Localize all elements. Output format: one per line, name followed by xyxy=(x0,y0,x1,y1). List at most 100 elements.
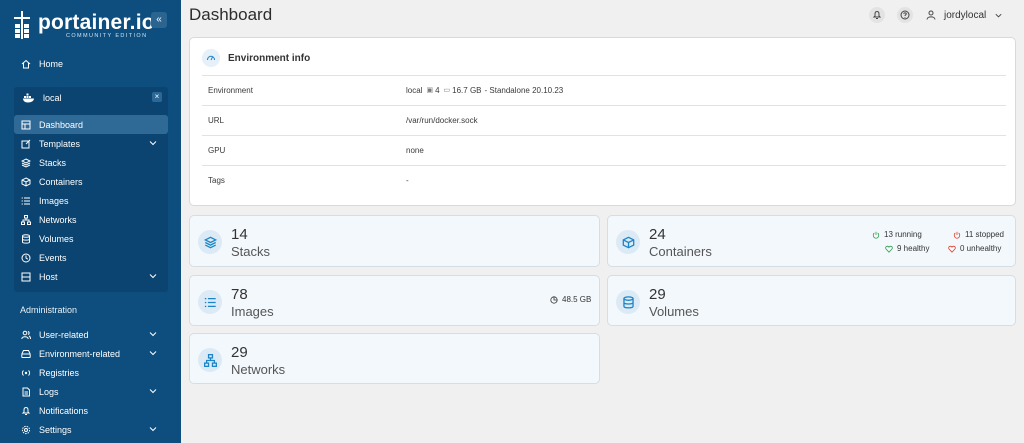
environment-name: local xyxy=(43,93,62,103)
env-memory: 16.7 GB xyxy=(452,85,482,95)
sidebar-item-images[interactable]: Images xyxy=(14,191,168,210)
chevron-down-icon xyxy=(149,427,157,432)
sidebar-item-label: Home xyxy=(39,58,64,69)
sidebar-item-stacks[interactable]: Stacks xyxy=(14,153,168,172)
chevron-down-icon xyxy=(149,274,157,279)
home-icon xyxy=(20,58,32,70)
networks-label: Networks xyxy=(231,362,286,377)
sidebar-item-user-related[interactable]: User-related xyxy=(14,325,168,344)
users-icon xyxy=(20,329,32,341)
sidebar-item-label: Images xyxy=(39,195,69,206)
sidebar-item-networks[interactable]: Networks xyxy=(14,210,168,229)
brand-name: portainer.io xyxy=(38,10,155,34)
portainer-crane-icon xyxy=(12,10,32,40)
gauge-icon xyxy=(202,49,220,67)
docker-icon xyxy=(22,93,36,103)
containers-card[interactable]: 24 Containers 13 running 11 stopped 9 he… xyxy=(607,215,1016,267)
images-size-value: 48.5 GB xyxy=(562,295,592,304)
environment-header: local × xyxy=(14,87,168,109)
server-icon xyxy=(20,271,32,283)
power-icon xyxy=(953,231,961,239)
sidebar-item-dashboard[interactable]: Dashboard xyxy=(14,115,168,134)
list-icon xyxy=(20,195,32,207)
networks-card[interactable]: 29 Networks xyxy=(189,333,600,384)
heart-icon xyxy=(948,245,956,253)
env-name: local xyxy=(406,85,423,95)
sidebar-item-label: Events xyxy=(39,252,67,263)
network-icon xyxy=(198,348,222,372)
sidebar-item-label: Settings xyxy=(39,424,72,435)
stopped-count: 11 stopped xyxy=(965,230,1004,239)
stacks-card[interactable]: 14 Stacks xyxy=(189,215,600,267)
stacks-label: Stacks xyxy=(231,244,271,259)
sidebar-item-host[interactable]: Host xyxy=(14,267,168,286)
sidebar-item-label: Stacks xyxy=(39,157,67,168)
cpu-icon: ▣ xyxy=(426,87,434,94)
running-count: 13 running xyxy=(884,230,922,239)
page-title: Dashboard xyxy=(189,5,273,24)
network-icon xyxy=(20,214,32,226)
healthy-status: 9 healthy xyxy=(885,244,929,253)
sidebar-item-notifications[interactable]: Notifications xyxy=(14,401,168,420)
sidebar-item-label: Networks xyxy=(39,214,77,225)
sidebar-item-settings[interactable]: Settings xyxy=(14,420,168,439)
radio-icon xyxy=(20,367,32,379)
file-text-icon xyxy=(20,386,32,398)
healthy-count: 9 healthy xyxy=(897,244,930,253)
env-value: - xyxy=(406,175,409,185)
sidebar-item-environment-related[interactable]: Environment-related xyxy=(14,344,168,363)
sidebar-item-label: Templates xyxy=(39,138,81,149)
layers-icon xyxy=(20,157,32,169)
environment-info-header: Environment info xyxy=(202,49,310,67)
images-card[interactable]: 78 Images 48.5 GB xyxy=(189,275,600,326)
pie-chart-icon xyxy=(550,295,558,304)
env-key: GPU xyxy=(208,145,226,155)
environment-info-card: Environment info Environment local ▣ 4 ▭… xyxy=(189,37,1016,206)
env-value: /var/run/docker.sock xyxy=(406,115,478,125)
help-circle-icon xyxy=(900,10,910,20)
notifications-button[interactable] xyxy=(869,7,885,23)
volumes-count: 29 xyxy=(649,286,666,303)
box-icon xyxy=(616,230,640,254)
env-type: - Standalone 20.10.23 xyxy=(484,85,564,95)
images-count: 78 xyxy=(231,286,248,303)
sidebar-item-registries[interactable]: Registries xyxy=(14,363,168,382)
sidebar: portainer.io COMMUNITY EDITION « Home lo… xyxy=(0,0,181,443)
env-value: none xyxy=(406,145,424,155)
volumes-card[interactable]: 29 Volumes xyxy=(607,275,1016,326)
stacks-count: 14 xyxy=(231,226,248,243)
unhealthy-status: 0 unhealthy xyxy=(948,244,1001,253)
sidebar-item-label: Containers xyxy=(39,176,83,187)
layers-icon xyxy=(198,230,222,254)
edit-icon xyxy=(20,138,32,150)
database-icon xyxy=(616,290,640,314)
clock-icon xyxy=(20,252,32,264)
env-key: Environment xyxy=(208,85,253,95)
env-cpu: 4 xyxy=(435,85,440,95)
containers-label: Containers xyxy=(649,244,712,259)
images-size: 48.5 GB xyxy=(550,295,591,304)
brand-edition: COMMUNITY EDITION xyxy=(66,32,148,39)
sidebar-item-volumes[interactable]: Volumes xyxy=(14,229,168,248)
chevron-down-icon xyxy=(149,389,157,394)
unhealthy-count: 0 unhealthy xyxy=(960,244,1002,253)
collapse-sidebar-button[interactable]: « xyxy=(151,12,167,28)
sidebar-item-events[interactable]: Events xyxy=(14,248,168,267)
sidebar-item-templates[interactable]: Templates xyxy=(14,134,168,153)
user-menu[interactable]: jordylocal xyxy=(926,7,1011,23)
sidebar-item-label: Dashboard xyxy=(39,119,84,130)
sidebar-item-logs[interactable]: Logs xyxy=(14,382,168,401)
running-status: 13 running xyxy=(872,230,922,239)
bell-icon xyxy=(872,10,882,19)
close-environment-button[interactable]: × xyxy=(152,92,162,102)
env-row-gpu: GPU none xyxy=(208,135,1008,165)
help-button[interactable] xyxy=(897,7,913,23)
sidebar-item-home[interactable]: Home xyxy=(14,54,168,73)
containers-count: 24 xyxy=(649,226,666,243)
box-icon xyxy=(20,176,32,188)
sidebar-item-containers[interactable]: Containers xyxy=(14,172,168,191)
portainer-logo[interactable]: portainer.io COMMUNITY EDITION xyxy=(12,8,155,42)
dashboard-icon xyxy=(20,119,32,131)
env-key: Tags xyxy=(208,175,225,185)
user-icon xyxy=(926,10,936,20)
